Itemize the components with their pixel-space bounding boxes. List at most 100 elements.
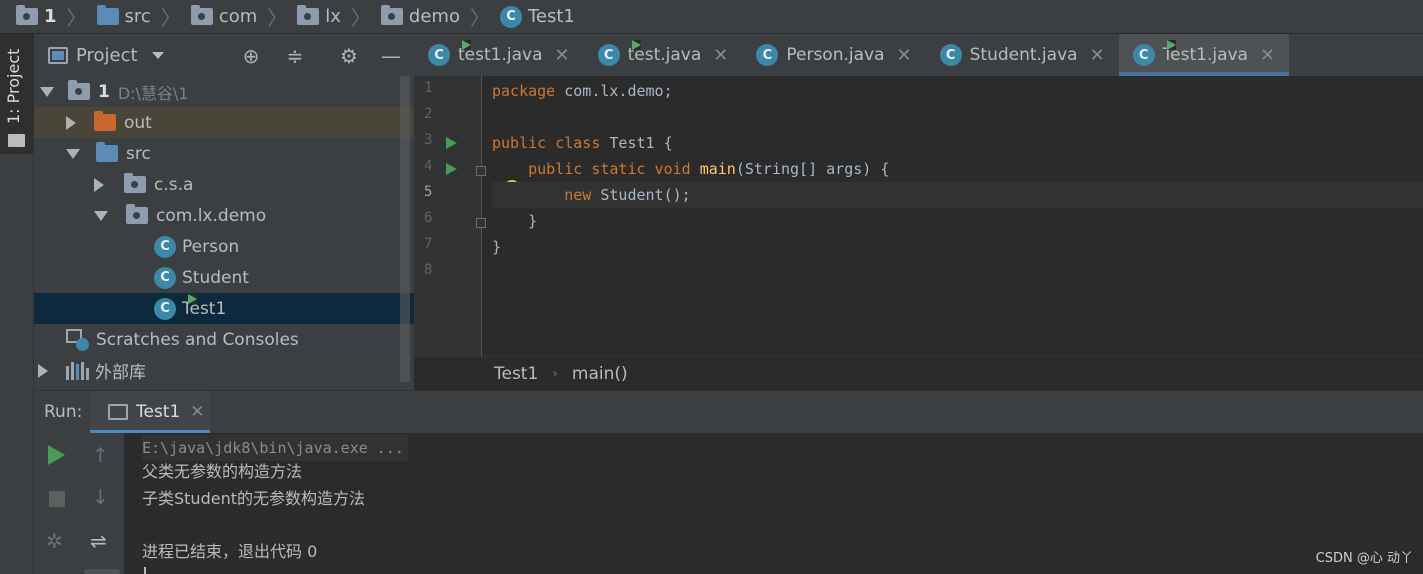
run-gutter-icon[interactable] [446,163,457,175]
tree-item-test1[interactable]: C Test1 [34,293,414,324]
source-folder-icon [96,5,119,25]
run-tab-test1[interactable]: Test1 ✕ [90,391,210,433]
crumb-test1[interactable]: C Test1 [499,0,575,34]
project-panel-title[interactable]: Project [76,45,138,66]
console-output[interactable]: E:\java\jdk8\bin\java.exe ... 父类无参数的构造方法… [142,433,1423,574]
tree-item-scratches[interactable]: Scratches and Consoles [34,324,414,355]
project-tree: 1 D:\慧谷\1 out src c.s.a com.lx.demo C Pe… [34,76,414,386]
crumb-lx[interactable]: lx [297,0,341,34]
run-panel: Run: Test1 ✕ ↑ ↓ ✲ ⇌ E:\java\jdk8\bin\ja… [34,390,1423,574]
locate-icon[interactable]: ⊕ [240,45,262,67]
tab-test1-java-lower[interactable]: C test1.java ✕ [414,34,584,76]
code-line-current: new Student(); [492,182,1423,208]
tree-item-src[interactable]: src [34,138,414,169]
collapse-all-icon[interactable]: ≑ [284,45,306,67]
code-line: } [492,238,502,256]
tree-item-label: 1 [98,81,110,102]
arrow-down-icon[interactable]: ↓ [92,485,109,509]
package-icon [124,173,146,193]
excluded-folder-icon [94,111,116,131]
close-icon[interactable]: ✕ [897,45,912,66]
tree-item-label: src [126,143,151,164]
line-number: 2 [424,106,433,122]
crumb-src[interactable]: src [96,0,151,34]
breadcrumb-method[interactable]: main() [572,364,628,384]
expand-arrow-icon[interactable] [66,115,76,130]
gear-icon[interactable]: ⚙ [338,45,360,67]
crumb-project[interactable]: 1 [16,0,57,34]
tree-item-external-libraries[interactable]: 外部库 [34,355,414,386]
project-panel: Project ⊕ ≑ ⚙ — 1 D:\慧谷\1 out src c.s.a … [34,34,414,390]
arrow-up-icon[interactable]: ↑ [92,443,109,467]
close-icon[interactable]: ✕ [1090,45,1105,66]
tree-item-out[interactable]: out [34,107,414,138]
tree-item-root[interactable]: 1 D:\慧谷\1 [34,76,414,107]
rerun-icon[interactable] [48,445,65,465]
crumb-demo[interactable]: demo [380,0,460,34]
tab-label: Person.java [786,45,885,65]
tree-item-label: c.s.a [154,174,194,195]
tree-item-package-csa[interactable]: c.s.a [34,169,414,200]
expand-arrow-icon[interactable] [38,363,48,378]
tree-item-label: Person [182,236,240,257]
fold-marker-icon[interactable] [476,166,486,176]
chevron-down-icon[interactable] [151,51,164,59]
code-line: public static void main(String[] args) { [492,160,890,178]
crumb-label: com [218,6,258,27]
code-line: public class Test1 { [492,134,673,152]
runnable-class-icon: C [428,40,471,66]
tree-item-package-com-lx-demo[interactable]: com.lx.demo [34,200,414,231]
chevron-right-icon: › [552,365,558,382]
tab-student-java[interactable]: C Student.java ✕ [926,34,1119,76]
line-number: 8 [424,262,433,278]
tree-item-label: 外部库 [95,363,146,383]
code-editor[interactable]: package com.lx.demo; public class Test1 … [492,76,1423,356]
expand-arrow-icon[interactable] [94,210,108,221]
line-number: 5 [424,184,433,200]
crumb-com[interactable]: com [190,0,258,34]
class-icon: C [756,44,779,66]
expand-arrow-icon[interactable] [94,177,104,192]
project-tool-tab-label: 1: Project [4,48,23,124]
soft-wrap-icon[interactable]: ⇌ [90,529,107,553]
chevron-right-icon: 〉 [469,6,490,30]
minimize-icon[interactable]: — [380,45,402,67]
package-icon [297,5,320,25]
stop-icon[interactable] [49,491,65,507]
console-line: 子类Student的无参数构造方法 [142,489,365,508]
code-line: package com.lx.demo; [492,82,673,100]
folder-icon [8,134,25,147]
tree-item-label: Student [182,267,249,288]
runnable-class-icon: C [597,40,641,66]
tree-item-student[interactable]: C Student [34,262,414,293]
editor-gutter: 1 2 3 4 5 6 7 8 [414,76,486,356]
breadcrumb-class[interactable]: Test1 [494,364,538,384]
debug-settings-icon[interactable]: ✲ [46,529,63,553]
package-icon [190,5,213,25]
run-gutter-icon[interactable] [446,137,457,149]
tab-test1-java[interactable]: C Test1.java ✕ [1118,34,1290,76]
navigation-bar: 1 〉 src 〉 com 〉 lx 〉 demo 〉 C Test1 [0,0,1423,34]
tree-item-person[interactable]: C Person [34,231,414,262]
runnable-class-icon: C [154,293,197,320]
project-tool-tab[interactable]: 1: Project [0,34,34,154]
project-scrollbar[interactable] [400,76,410,382]
class-icon: C [939,44,962,66]
fold-marker-icon[interactable] [476,218,486,228]
expand-arrow-icon[interactable] [66,148,80,159]
tab-test-java[interactable]: C test.java ✕ [584,34,743,76]
expand-arrow-icon[interactable] [40,86,54,97]
tab-person-java[interactable]: C Person.java ✕ [742,34,925,76]
crumb-label: Test1 [527,6,575,27]
close-icon[interactable]: ✕ [1260,45,1275,66]
crumb-label: lx [325,6,341,27]
close-icon[interactable]: ✕ [190,402,204,422]
close-icon[interactable]: ✕ [713,45,728,66]
package-icon [126,204,148,224]
close-icon[interactable]: ✕ [555,45,570,66]
run-panel-title: Run: [44,402,83,422]
class-icon: C [499,5,522,28]
line-number: 7 [424,236,433,252]
chevron-right-icon: 〉 [160,6,181,30]
console-command-line: E:\java\jdk8\bin\java.exe ... [142,435,408,461]
